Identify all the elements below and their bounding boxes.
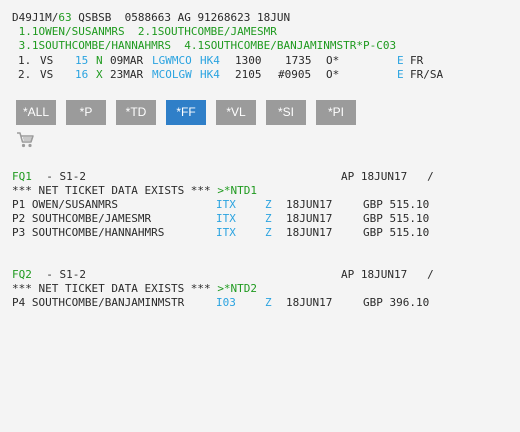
fare-amount: GBP 515.10 bbox=[363, 226, 430, 239]
fare-z: Z bbox=[265, 198, 272, 211]
segment-row[interactable]: 2. VS 16 X 23MAR MCOLGW HK4 2105 #0905 O… bbox=[12, 68, 512, 83]
button-vl[interactable]: *VL bbox=[216, 100, 256, 125]
fare-type: ITX bbox=[216, 226, 236, 239]
passenger-name[interactable]: 3.1SOUTHCOMBE/HANNAHMRS bbox=[12, 39, 171, 52]
segment-arrival: #0905 bbox=[278, 68, 312, 81]
segment-equipment: FR/SA bbox=[410, 68, 444, 81]
passenger-name[interactable]: 4.1SOUTHCOMBE/BANJAMINMSTR*P-C03 bbox=[171, 39, 396, 52]
net-ticket-link[interactable]: >*NTD1 bbox=[217, 184, 257, 197]
segment-eticket: E bbox=[397, 54, 404, 67]
fare-quote-id[interactable]: FQ2 bbox=[12, 268, 32, 283]
header-details: QSBSB 0588663 AG 91268623 18JUN bbox=[71, 11, 291, 24]
segment-date: 09MAR bbox=[110, 54, 144, 67]
fare-quote-segments: - S1-2 bbox=[33, 170, 86, 183]
net-ticket-text: *** NET TICKET DATA EXISTS *** bbox=[12, 184, 218, 197]
fare-passenger: P1 OWEN/SUSANMRS bbox=[12, 198, 118, 211]
button-pi[interactable]: *PI bbox=[316, 100, 356, 125]
segment-eticket: E bbox=[397, 68, 404, 81]
segment-class: X bbox=[96, 68, 103, 81]
segment-flight: 15 bbox=[75, 54, 89, 67]
segment-row[interactable]: 1. VS 15 N 09MAR LGWMCO HK4 1300 1735 O*… bbox=[12, 54, 512, 69]
net-ticket-link[interactable]: >*NTD2 bbox=[217, 282, 257, 295]
segment-flight: 16 bbox=[75, 68, 89, 81]
segment-airline: VS bbox=[40, 68, 54, 81]
segment-route: LGWMCO bbox=[152, 54, 192, 67]
segment-flag: O* bbox=[326, 68, 340, 81]
record-locator[interactable]: D49J1M/ bbox=[12, 11, 58, 24]
segment-number: 2. bbox=[18, 68, 32, 81]
fare-type: ITX bbox=[216, 212, 236, 225]
fare-z: Z bbox=[265, 212, 272, 225]
fare-type: ITX bbox=[216, 198, 236, 211]
fare-passenger: P3 SOUTHCOMBE/HANNAHMRS bbox=[12, 226, 165, 239]
fare-line: P3 SOUTHCOMBE/HANNAHMRS ITX Z 18JUN17 GB… bbox=[12, 226, 512, 241]
pnr-header: D49J1M/63 QSBSB 0588663 AG 91268623 18JU… bbox=[12, 11, 290, 26]
button-si[interactable]: *SI bbox=[266, 100, 306, 125]
segment-airline: VS bbox=[40, 54, 54, 67]
segment-arrival: 1735 bbox=[285, 54, 312, 67]
agent-sine: 63 bbox=[58, 11, 72, 24]
fare-line: P4 SOUTHCOMBE/BANJAMINMSTR I03 Z 18JUN17… bbox=[12, 296, 512, 311]
net-ticket-line: *** NET TICKET DATA EXISTS *** >*NTD1 bbox=[12, 184, 257, 199]
segment-number: 1. bbox=[18, 54, 32, 67]
segment-date: 23MAR bbox=[110, 68, 144, 81]
passenger-name[interactable]: 2.1SOUTHCOMBE/JAMESMR bbox=[125, 25, 277, 38]
fare-type: I03 bbox=[216, 296, 236, 309]
button-td[interactable]: *TD bbox=[116, 100, 156, 125]
fare-z: Z bbox=[265, 296, 272, 309]
button-all[interactable]: *ALL bbox=[16, 100, 56, 125]
terminal-screen: D49J1M/63 QSBSB 0588663 AG 91268623 18JU… bbox=[0, 0, 520, 432]
fare-quote-date: AP 18JUN17 / bbox=[341, 268, 434, 281]
segment-class: N bbox=[96, 54, 103, 67]
fare-line: P1 OWEN/SUSANMRS ITX Z 18JUN17 GBP 515.1… bbox=[12, 198, 512, 213]
fare-passenger: P4 SOUTHCOMBE/BANJAMINMSTR bbox=[12, 296, 185, 309]
segment-status: HK4 bbox=[200, 68, 220, 81]
fare-date: 18JUN17 bbox=[286, 212, 333, 225]
segment-equipment: FR bbox=[410, 54, 424, 67]
segment-departure: 1300 bbox=[235, 54, 262, 67]
fare-date: 18JUN17 bbox=[286, 198, 333, 211]
segment-departure: 2105 bbox=[235, 68, 262, 81]
fare-date: 18JUN17 bbox=[286, 226, 333, 239]
fare-line: P2 SOUTHCOMBE/JAMESMR ITX Z 18JUN17 GBP … bbox=[12, 212, 512, 227]
fare-quote-segments: - S1-2 bbox=[33, 268, 86, 281]
segment-route: MCOLGW bbox=[152, 68, 192, 81]
passenger-name[interactable]: 1.1OWEN/SUSANMRS bbox=[12, 25, 125, 38]
fare-date: 18JUN17 bbox=[286, 296, 333, 309]
passenger-row: 3.1SOUTHCOMBE/HANNAHMRS 4.1SOUTHCOMBE/BA… bbox=[12, 39, 397, 54]
net-ticket-text: *** NET TICKET DATA EXISTS *** bbox=[12, 282, 218, 295]
fare-quote-date: AP 18JUN17 / bbox=[341, 170, 434, 183]
shopping-cart-icon[interactable] bbox=[16, 131, 36, 149]
fare-quote-id[interactable]: FQ1 bbox=[12, 170, 32, 185]
fare-amount: GBP 515.10 bbox=[363, 212, 430, 225]
segment-status: HK4 bbox=[200, 54, 220, 67]
fare-quote-header: FQ1 - S1-2 AP 18JUN17 / bbox=[12, 170, 512, 185]
passenger-row: 1.1OWEN/SUSANMRS 2.1SOUTHCOMBE/JAMESMR bbox=[12, 25, 277, 40]
segment-flag: O* bbox=[326, 54, 340, 67]
button-ff[interactable]: *FF bbox=[166, 100, 206, 125]
fare-passenger: P2 SOUTHCOMBE/JAMESMR bbox=[12, 212, 152, 225]
fare-amount: GBP 515.10 bbox=[363, 198, 430, 211]
fare-quote-header: FQ2 - S1-2 AP 18JUN17 / bbox=[12, 268, 512, 283]
net-ticket-line: *** NET TICKET DATA EXISTS *** >*NTD2 bbox=[12, 282, 257, 297]
fare-z: Z bbox=[265, 226, 272, 239]
button-p[interactable]: *P bbox=[66, 100, 106, 125]
fare-amount: GBP 396.10 bbox=[363, 296, 430, 309]
